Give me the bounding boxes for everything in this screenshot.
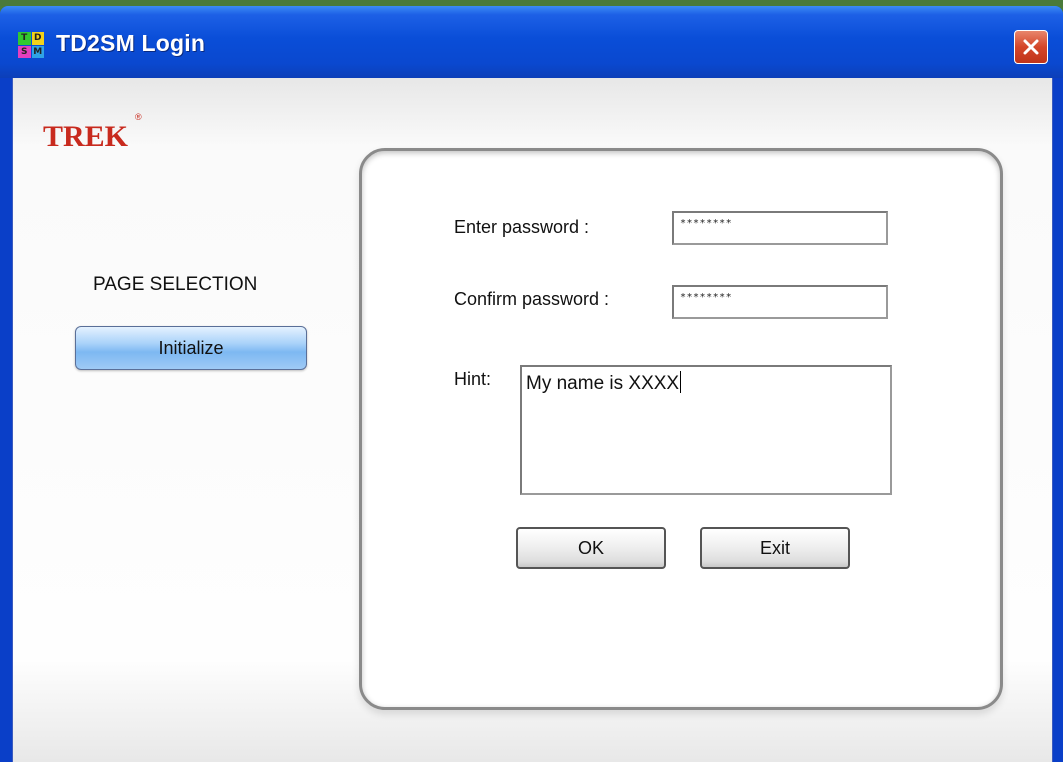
text-caret bbox=[680, 371, 682, 393]
initialize-button[interactable]: Initialize bbox=[75, 326, 307, 370]
close-icon bbox=[1023, 39, 1039, 55]
enter-password-label: Enter password : bbox=[454, 217, 590, 237]
ok-button-label: OK bbox=[577, 537, 604, 558]
initialize-button-label: Initialize bbox=[158, 337, 224, 358]
enter-password-field[interactable]: ******** bbox=[672, 211, 888, 245]
window-title: TD2SM Login bbox=[56, 30, 206, 56]
confirm-password-field[interactable]: ******** bbox=[672, 285, 888, 319]
close-button[interactable] bbox=[1014, 30, 1048, 64]
exit-button-label: Exit bbox=[759, 537, 790, 558]
trek-logo: TREK ® bbox=[43, 112, 142, 153]
svg-text:TREK: TREK bbox=[43, 120, 129, 153]
page-selection-heading: PAGE SELECTION bbox=[93, 274, 258, 295]
window-client-area: TREK ® PAGE SELECTION Initialize Enter p… bbox=[12, 78, 1053, 762]
svg-text:®: ® bbox=[135, 112, 142, 122]
confirm-password-label: Confirm password : bbox=[454, 289, 610, 309]
title-bar[interactable]: T D S M TD2SM Login bbox=[0, 6, 1063, 78]
hint-label: Hint: bbox=[454, 369, 492, 389]
exit-button[interactable]: Exit bbox=[700, 527, 850, 569]
td2sm-app-icon: T D S M bbox=[18, 32, 44, 58]
hint-textarea[interactable]: My name is XXXX bbox=[520, 365, 892, 495]
ok-button[interactable]: OK bbox=[516, 527, 666, 569]
password-panel: Enter password : ******** Confirm passwo… bbox=[359, 148, 1003, 710]
hint-text: My name is XXXX bbox=[526, 373, 680, 394]
login-window: T D S M TD2SM Login TREK ® PAGE SELECTIO… bbox=[0, 6, 1063, 762]
